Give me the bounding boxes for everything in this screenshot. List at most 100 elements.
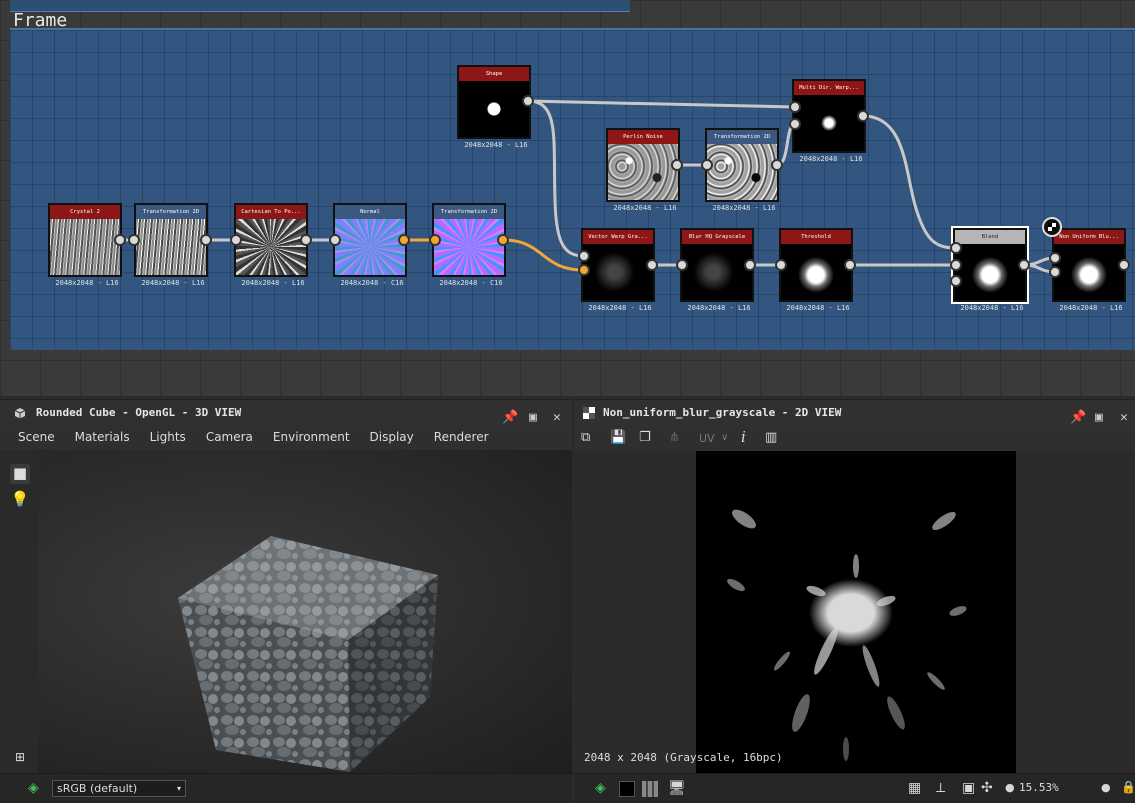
light-bulb-icon[interactable]: 💡 [10, 490, 30, 510]
menu-materials[interactable]: Materials [65, 430, 140, 444]
input-port[interactable] [429, 234, 441, 246]
tree-icon[interactable]: ⊞ [10, 750, 30, 770]
node-title: Vector Warp Gra... [583, 230, 653, 244]
input-port[interactable] [950, 242, 962, 254]
output-port[interactable] [398, 234, 410, 246]
maximize-icon[interactable]: ▣ [529, 405, 537, 431]
zoom-level[interactable]: 15.53% [1019, 781, 1059, 794]
node-crystal-2[interactable]: Crystal 2 2048x2048 - L16 [48, 203, 122, 287]
output-port[interactable] [844, 259, 856, 271]
input-port[interactable] [676, 259, 688, 271]
node-caption: 2048x2048 - L16 [1059, 304, 1123, 312]
node-title: Transformation 2D [707, 130, 777, 144]
menu-display[interactable]: Display [360, 430, 424, 444]
output-port[interactable] [671, 159, 683, 171]
node-title: Non Uniform Blu... [1054, 230, 1124, 244]
eyedropper-icon[interactable]: ⟂ [936, 780, 945, 796]
node-thumbnail [136, 219, 206, 275]
node-title: Transformation 2D [434, 205, 504, 219]
save-icon[interactable]: 💾 [610, 430, 626, 445]
node-thumbnail [583, 244, 653, 300]
menu-environment[interactable]: Environment [263, 430, 360, 444]
output-port[interactable] [200, 234, 212, 246]
info-icon[interactable]: i [741, 428, 746, 446]
node-blur-hq-grayscale[interactable]: Blur HQ Grayscale 2048x2048 - L16 [680, 228, 754, 312]
layers-icon[interactable]: ◈ [28, 780, 39, 796]
output-port[interactable] [744, 259, 756, 271]
histogram-icon[interactable]: ▥ [765, 430, 777, 445]
node-transformation-2d-color[interactable]: Transformation 2D 2048x2048 - C16 [432, 203, 506, 287]
view3d-menubar: Scene Materials Lights Camera Environmen… [0, 426, 572, 448]
black-swatch-icon[interactable] [619, 781, 635, 797]
node-blend[interactable]: Blend 2048x2048 - L16 [951, 226, 1029, 312]
display-icon[interactable]: 🖥 [668, 780, 686, 796]
node-multi-dir-warp[interactable]: Multi Dir. Warp... 2048x2048 - L16 [792, 79, 866, 163]
node-thumbnail [608, 144, 678, 200]
uv-button[interactable]: UV [699, 432, 715, 445]
output-port[interactable] [114, 234, 126, 246]
view3d-viewport[interactable] [38, 450, 572, 773]
checker-icon[interactable] [1042, 217, 1062, 237]
node-cartesian-to-polar[interactable]: Cartesian To Po... 2048x2048 - L16 [234, 203, 308, 287]
input-port[interactable] [230, 234, 242, 246]
graph-wires [118, 99, 1057, 274]
node-graph[interactable]: Frame Crystal 2 2048x2048 - L16 Transfor… [0, 0, 1135, 396]
menu-renderer[interactable]: Renderer [424, 430, 499, 444]
lock-icon[interactable]: 🔒 [1121, 780, 1135, 794]
input-port[interactable] [578, 264, 590, 276]
input-port[interactable] [1049, 266, 1061, 278]
node-title: Multi Dir. Warp... [794, 81, 864, 95]
move-icon[interactable]: ✣ [981, 780, 993, 796]
input-port[interactable] [789, 118, 801, 130]
node-non-uniform-blur[interactable]: Non Uniform Blu... 2048x2048 - L16 [1052, 228, 1126, 312]
output-port[interactable] [1118, 259, 1130, 271]
node-thumbnail [707, 144, 777, 200]
pin-icon[interactable]: 📌 [502, 405, 518, 431]
input-port[interactable] [701, 159, 713, 171]
output-port[interactable] [1018, 259, 1030, 271]
input-port[interactable] [950, 275, 962, 287]
node-threshold[interactable]: Threshold 2048x2048 - L16 [779, 228, 853, 312]
input-port[interactable] [578, 250, 590, 262]
share-icon[interactable]: ⋔ [669, 430, 680, 445]
zoom-in-icon[interactable]: ● [1101, 781, 1111, 794]
node-perlin-noise[interactable]: Perlin Noise 2048x2048 - L16 [606, 128, 680, 212]
export-icon[interactable]: ⧉ [581, 430, 590, 445]
view2d-titlebar: Non_uniform_blur_grayscale - 2D VIEW 📌 ▣… [575, 400, 1135, 426]
input-port[interactable] [1049, 252, 1061, 264]
output-port[interactable] [857, 110, 869, 122]
menu-camera[interactable]: Camera [196, 430, 263, 444]
menu-scene[interactable]: Scene [8, 430, 65, 444]
layers-icon[interactable]: ◈ [595, 780, 606, 796]
node-transformation-2d-noise[interactable]: Transformation 2D 2048x2048 - L16 [705, 128, 779, 212]
copy-icon[interactable]: ❐ [639, 430, 651, 445]
output-port[interactable] [771, 159, 783, 171]
input-port[interactable] [789, 101, 801, 113]
node-thumbnail [781, 244, 851, 300]
camera-icon[interactable]: ■ [10, 464, 30, 484]
output-port[interactable] [522, 95, 534, 107]
preview-image [696, 451, 1016, 773]
zoom-out-icon[interactable]: ● [1005, 781, 1015, 794]
menu-lights[interactable]: Lights [140, 430, 196, 444]
fit-icon[interactable]: ▣ [962, 780, 975, 796]
input-port[interactable] [950, 259, 962, 271]
output-port[interactable] [300, 234, 312, 246]
output-port[interactable] [497, 234, 509, 246]
node-transformation-2d[interactable]: Transformation 2D 2048x2048 - L16 [134, 203, 208, 287]
node-thumbnail [459, 81, 529, 137]
colorspace-select[interactable]: sRGB (default) ▾ [52, 780, 186, 797]
node-thumbnail [955, 244, 1025, 300]
input-port[interactable] [329, 234, 341, 246]
chevron-down-icon[interactable]: ∨ [721, 432, 728, 443]
output-port[interactable] [646, 259, 658, 271]
node-normal[interactable]: Normal 2048x2048 - C16 [333, 203, 407, 287]
tile-icon[interactable] [642, 781, 658, 797]
input-port[interactable] [128, 234, 140, 246]
grid-icon[interactable]: ▦ [908, 780, 921, 796]
view2d-viewport[interactable]: 2048 x 2048 (Grayscale, 16bpc) [575, 451, 1135, 774]
node-shape[interactable]: Shape 2048x2048 - L16 [457, 65, 531, 149]
input-port[interactable] [775, 259, 787, 271]
node-vector-warp-grayscale[interactable]: Vector Warp Gra... 2048x2048 - L16 [581, 228, 655, 312]
close-icon[interactable]: ✕ [553, 405, 561, 431]
